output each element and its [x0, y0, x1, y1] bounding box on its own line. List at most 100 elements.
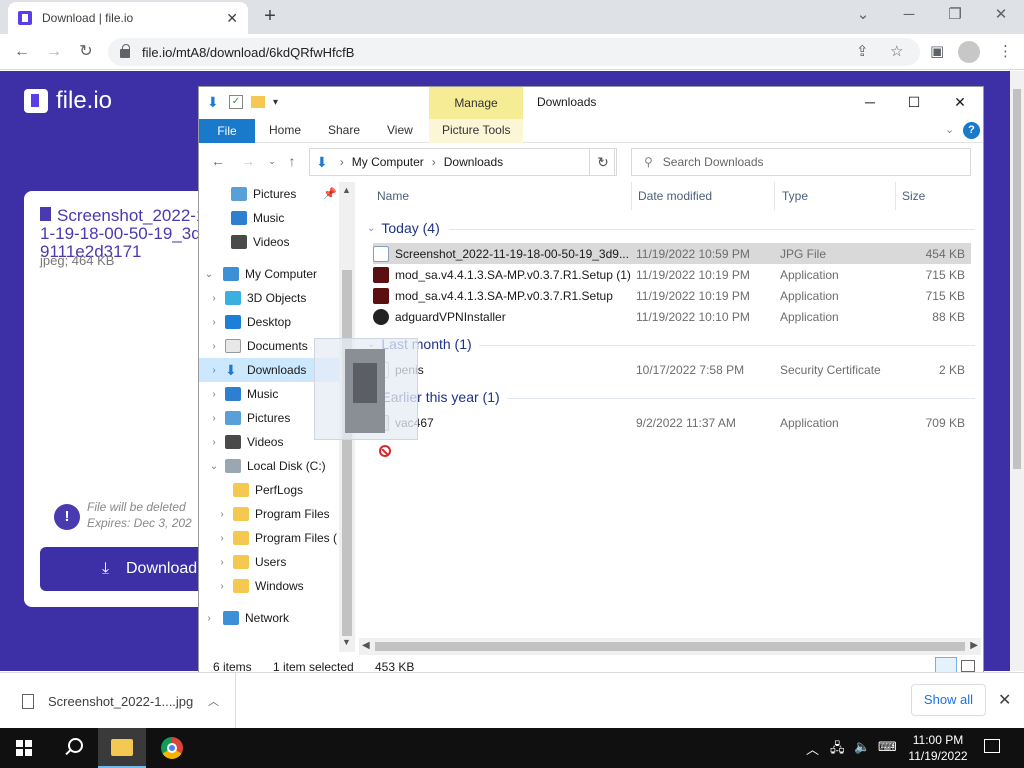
close-shelf-icon[interactable]: ✕	[998, 690, 1011, 710]
taskbar-chrome[interactable]	[148, 728, 196, 768]
volume-icon[interactable]: 🔈	[854, 739, 870, 755]
side-panel-icon[interactable]: ▣	[930, 42, 944, 60]
breadcrumb[interactable]: ⬇ › My Computer › Downloads ⌄	[309, 148, 615, 176]
file-row[interactable]: Screenshot_2022-11-19-18-00-50-19_3d9...…	[373, 243, 971, 264]
taskbar-clock[interactable]: 11:00 PM 11/19/2022	[908, 732, 968, 764]
scroll-up-arrow-icon[interactable]: ▲	[342, 185, 351, 195]
file-row[interactable]: penis 10/17/2022 7:58 PM Security Certif…	[373, 359, 971, 380]
tab-close-icon[interactable]: ✕	[226, 10, 238, 27]
tree-item-program-files[interactable]: › Program Files	[215, 502, 339, 526]
tree-item-3d-objects[interactable]: › 3D Objects	[207, 286, 339, 310]
column-header-size[interactable]: Size	[902, 189, 925, 203]
bookmark-star-icon[interactable]: ☆	[890, 42, 903, 60]
scroll-down-arrow-icon[interactable]: ▼	[342, 637, 351, 647]
chevron-right-icon[interactable]: ›	[207, 317, 221, 328]
breadcrumb-downloads[interactable]: Downloads	[444, 155, 503, 169]
refresh-button[interactable]: ↻	[589, 148, 617, 176]
share-icon[interactable]: ⇪	[856, 42, 869, 60]
help-icon[interactable]: ?	[963, 122, 980, 139]
ribbon-tab-share[interactable]: Share	[328, 123, 360, 137]
file-row[interactable]: adguardVPNInstaller 11/19/2022 10:10 PM …	[373, 306, 971, 327]
back-arrow-icon[interactable]: ←	[10, 40, 34, 64]
tab-search-button[interactable]: ⌄	[840, 4, 886, 26]
scroll-left-arrow-icon[interactable]: ◀	[362, 640, 370, 651]
down-arrow-icon[interactable]: ⬇	[207, 95, 221, 109]
manage-contextual-tab[interactable]: Manage	[429, 87, 523, 119]
tree-item-pictures-quick[interactable]: Pictures 📌	[199, 182, 339, 206]
file-row[interactable]: mod_sa.v4.4.1.3.SA-MP.v0.3.7.R1.Setup (1…	[373, 264, 971, 285]
chevron-right-icon[interactable]: ›	[432, 155, 436, 169]
new-tab-button[interactable]: +	[258, 5, 282, 28]
chevron-right-icon[interactable]: ›	[207, 293, 221, 304]
tree-item-local-disk[interactable]: ⌄ Local Disk (C:)	[207, 454, 339, 478]
ribbon-tab-view[interactable]: View	[387, 123, 413, 137]
browser-tab[interactable]: Download | file.io ✕	[8, 2, 248, 34]
url-text[interactable]: file.io/mtA8/download/6kdQRfwHfcfB	[142, 45, 354, 60]
explorer-back-icon[interactable]: ←	[209, 153, 227, 169]
tree-item-network[interactable]: › Network	[199, 606, 339, 630]
taskbar-search-icon[interactable]	[62, 738, 83, 758]
navigation-scrollbar-thumb[interactable]	[342, 270, 352, 636]
column-header-name[interactable]: Name	[377, 189, 409, 203]
notification-center-icon[interactable]	[984, 739, 1000, 753]
tree-item-program-files-x86[interactable]: › Program Files (	[215, 526, 339, 550]
up-arrow-icon[interactable]: ↑	[283, 153, 301, 169]
expand-ribbon-icon[interactable]: ⌄	[945, 123, 954, 136]
tree-item-music-quick[interactable]: Music	[199, 206, 339, 230]
ribbon-tab-home[interactable]: Home	[269, 123, 301, 137]
column-divider[interactable]	[631, 182, 632, 210]
tree-item-my-computer[interactable]: ⌄ My Computer	[199, 262, 339, 286]
chevron-right-icon[interactable]: ›	[215, 557, 229, 568]
taskbar-file-explorer[interactable]	[98, 728, 146, 768]
new-folder-icon[interactable]	[251, 96, 265, 108]
page-scrollbar-thumb[interactable]	[1013, 89, 1021, 469]
keyboard-icon[interactable]: ⌨	[878, 739, 897, 755]
explorer-close-button[interactable]: ✕	[937, 91, 983, 113]
close-window-button[interactable]: ✕	[978, 4, 1024, 26]
column-header-date-modified[interactable]: Date modified	[638, 189, 712, 203]
recent-locations-icon[interactable]: ⌄	[263, 156, 281, 167]
chevron-right-icon[interactable]: ›	[215, 581, 229, 592]
properties-icon[interactable]: ✓	[229, 95, 243, 109]
forward-arrow-icon[interactable]: →	[42, 40, 66, 64]
ribbon-tab-file[interactable]: File	[199, 119, 255, 143]
collapse-group-icon[interactable]: ⌄	[367, 223, 375, 234]
explorer-forward-icon[interactable]: →	[239, 153, 257, 169]
explorer-title-bar[interactable]: ⬇ ✓ ▾ Manage Downloads ─ ☐ ✕	[199, 87, 983, 119]
chevron-right-icon[interactable]: ›	[207, 365, 221, 376]
chevron-right-icon[interactable]: ›	[199, 613, 219, 624]
scroll-right-arrow-icon[interactable]: ▶	[970, 640, 978, 651]
chevron-right-icon[interactable]: ›	[207, 437, 221, 448]
minimize-button[interactable]: ─	[886, 4, 932, 26]
chevron-right-icon[interactable]: ›	[207, 413, 221, 424]
column-divider[interactable]	[895, 182, 896, 210]
reload-icon[interactable]: ↻	[74, 40, 98, 64]
chevron-right-icon[interactable]: ›	[340, 155, 344, 169]
page-scrollbar[interactable]	[1010, 71, 1024, 671]
download-item[interactable]: Screenshot_2022-1....jpg ︿	[0, 673, 236, 729]
chevron-right-icon[interactable]: ›	[207, 341, 221, 352]
explorer-maximize-button[interactable]: ☐	[891, 91, 937, 113]
profile-avatar-icon[interactable]	[958, 41, 980, 63]
tree-item-perflogs[interactable]: PerfLogs	[215, 478, 339, 502]
customize-toolbar-icon[interactable]: ▾	[273, 97, 278, 108]
tree-item-windows[interactable]: › Windows	[215, 574, 339, 598]
network-tray-icon[interactable]: 🖧	[830, 739, 845, 761]
restore-button[interactable]: ❐	[932, 4, 978, 26]
chevron-up-icon[interactable]: ︿	[208, 693, 219, 709]
search-input[interactable]: ⚲ Search Downloads	[631, 148, 971, 176]
chevron-down-icon[interactable]: ⌄	[199, 269, 219, 280]
group-header-today[interactable]: ⌄ Today (4)	[367, 220, 975, 236]
breadcrumb-my-computer[interactable]: My Computer	[352, 155, 424, 169]
file-row[interactable]: mod_sa.v4.4.1.3.SA-MP.v0.3.7.R1.Setup 11…	[373, 285, 971, 306]
chrome-menu-icon[interactable]: ⋮	[998, 42, 1013, 60]
fileio-logo[interactable]: file.io	[24, 87, 112, 115]
tree-item-desktop[interactable]: › Desktop	[207, 310, 339, 334]
horizontal-scrollbar-thumb[interactable]	[375, 642, 965, 651]
tree-item-users[interactable]: › Users	[215, 550, 339, 574]
chevron-right-icon[interactable]: ›	[207, 389, 221, 400]
column-header-type[interactable]: Type	[782, 189, 808, 203]
show-hidden-icons-icon[interactable]: ︿	[806, 739, 819, 758]
file-row[interactable]: vac467 9/2/2022 11:37 AM Application 709…	[373, 412, 971, 433]
large-icons-view-icon[interactable]	[961, 660, 975, 672]
